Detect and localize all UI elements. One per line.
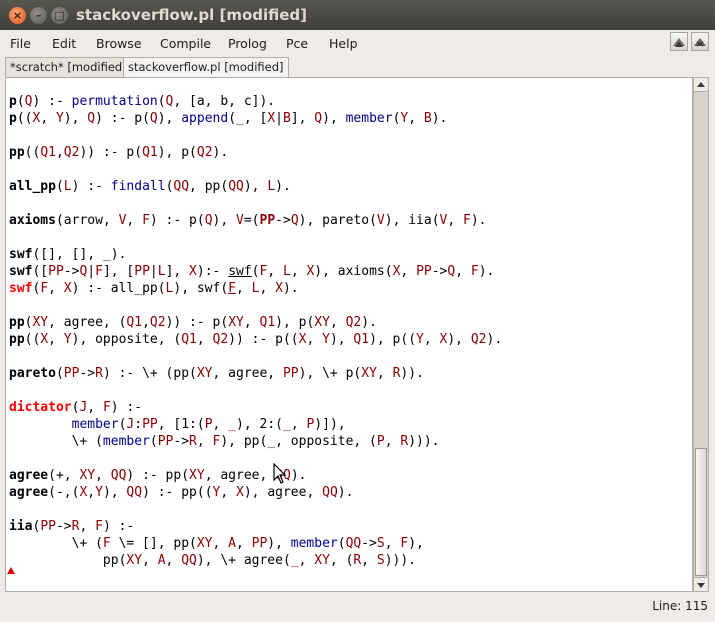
code-line[interactable]: \+ (F \= [], pp(XY, A, PP), member(QQ->S… [9, 535, 502, 552]
code-line[interactable]: pp(XY, agree, (Q1,Q2)) :- p(XY, Q1), p(X… [9, 314, 502, 331]
close-view-icon[interactable] [691, 32, 709, 51]
line-number-status: Line: 115 [652, 599, 708, 613]
code-line[interactable]: member(J:PP, [1:(P, _), 2:(_, P)]), [9, 416, 502, 433]
code-line[interactable]: agree(+, XY, QQ) :- pp(XY, agree, QQ). [9, 467, 502, 484]
split-view-icon[interactable] [670, 32, 688, 51]
code-line[interactable]: iia(PP->R, F) :- [9, 518, 502, 535]
buffer-tabs: *scratch* [modified] stackoverflow.pl [m… [0, 56, 715, 77]
menu-compile[interactable]: Compile [160, 36, 211, 51]
code-line[interactable]: p((X, Y), Q) :- p(Q), append(_, [X|B], Q… [9, 110, 502, 127]
scroll-down-button[interactable] [694, 577, 708, 591]
code-line[interactable]: swf([], [], _). [9, 246, 502, 263]
code-line[interactable]: pareto(PP->R) :- \+ (pp(XY, agree, PP), … [9, 365, 502, 382]
code-line[interactable]: axioms(arrow, V, F) :- p(Q), V=(PP->Q), … [9, 212, 502, 229]
menu-bar: File Edit Browse Compile Prolog Pce Help [0, 30, 715, 56]
code-line[interactable] [9, 382, 502, 399]
title-bar: × – □ stackoverflow.pl [modified] [0, 0, 715, 30]
menu-prolog[interactable]: Prolog [228, 36, 267, 51]
maximize-window-button[interactable]: □ [51, 7, 68, 24]
code-line[interactable]: swf([PP->Q|F], [PP|L], X):- swf(F, L, X)… [9, 263, 502, 280]
code-line[interactable]: agree(-,(X,Y), QQ) :- pp((Y, X), agree, … [9, 484, 502, 501]
code-line[interactable]: pp((Q1,Q2)) :- p(Q1), p(Q2). [9, 144, 502, 161]
close-window-button[interactable]: × [9, 7, 26, 24]
error-marker-icon [7, 567, 15, 574]
scrollbar-thumb[interactable] [695, 448, 707, 576]
code-line[interactable]: dictator(J, F) :- [9, 399, 502, 416]
code-line[interactable]: pp(XY, A, QQ), \+ agree(_, XY, (R, S))). [9, 552, 502, 569]
code-line[interactable] [9, 127, 502, 144]
vertical-scrollbar[interactable] [693, 77, 709, 592]
menu-help[interactable]: Help [329, 36, 358, 51]
code-line[interactable]: p(Q) :- permutation(Q, [a, b, c]). [9, 93, 502, 110]
code-line[interactable] [9, 501, 502, 518]
menu-edit[interactable]: Edit [52, 36, 76, 51]
code-editor[interactable]: p(Q) :- permutation(Q, [a, b, c]). p((X, … [5, 77, 693, 592]
code-line[interactable] [9, 348, 502, 365]
code-line[interactable]: swf(F, X) :- all_pp(L), swf(F, L, X). [9, 280, 502, 297]
code-line[interactable]: \+ (member(PP->R, F), pp(_, opposite, (P… [9, 433, 502, 450]
scroll-up-button[interactable] [694, 78, 708, 92]
tab-stackoverflow[interactable]: stackoverflow.pl [modified] [123, 57, 289, 77]
code-line[interactable] [9, 195, 502, 212]
code-line[interactable]: pp((X, Y), opposite, (Q1, Q2)) :- p((X, … [9, 331, 502, 348]
tab-scratch[interactable]: *scratch* [modified] [5, 57, 132, 77]
code-line[interactable] [9, 161, 502, 178]
arrow-down-icon [697, 583, 705, 588]
arrow-up-icon [697, 82, 705, 87]
status-bar: Line: 115 [0, 592, 715, 622]
code-line[interactable]: all_pp(L) :- findall(QQ, pp(QQ), L). [9, 178, 502, 195]
code-line[interactable] [9, 450, 502, 467]
minimize-window-button[interactable]: – [30, 7, 47, 24]
menu-pce[interactable]: Pce [286, 36, 308, 51]
menu-browse[interactable]: Browse [96, 36, 142, 51]
code-line[interactable] [9, 229, 502, 246]
code-line[interactable] [9, 297, 502, 314]
code-text[interactable]: p(Q) :- permutation(Q, [a, b, c]). p((X, … [9, 93, 502, 569]
menu-file[interactable]: File [10, 36, 31, 51]
mouse-cursor-icon [273, 463, 287, 484]
pceemacs-window: × – □ stackoverflow.pl [modified] File E… [0, 0, 715, 622]
window-title: stackoverflow.pl [modified] [76, 6, 308, 24]
